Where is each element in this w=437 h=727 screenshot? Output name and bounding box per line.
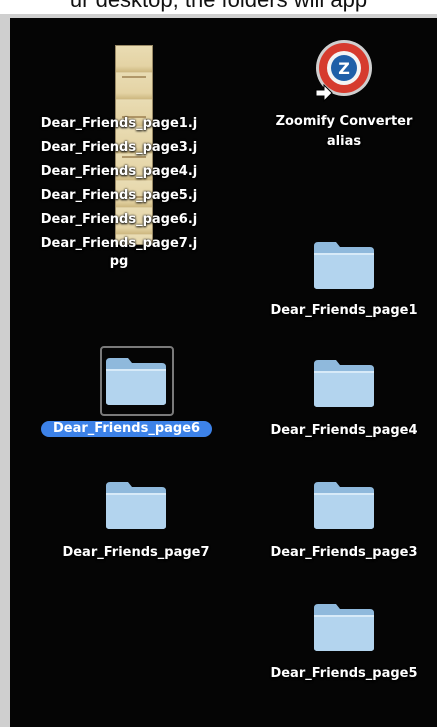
file-label-pg-wrap[interactable]: pg: [34, 254, 204, 270]
folder-icon[interactable]: [312, 600, 376, 652]
folder-icon[interactable]: [104, 478, 168, 530]
svg-text:Z: Z: [338, 59, 350, 78]
zoomify-alias-icon[interactable]: Z: [312, 38, 376, 102]
folder-label-page6[interactable]: Dear_Friends_page6: [41, 421, 213, 437]
folder-label-page7[interactable]: Dear_Friends_page7: [46, 545, 226, 561]
folder-label-page3[interactable]: Dear_Friends_page3: [254, 545, 434, 561]
file-label-page7-jpg[interactable]: Dear_Friends_page7.j: [34, 236, 204, 252]
folder-icon[interactable]: [312, 478, 376, 530]
folder-label-page4[interactable]: Dear_Friends_page4: [254, 423, 434, 439]
file-label-page1-jpg[interactable]: Dear_Friends_page1.j: [34, 116, 204, 132]
file-label-page3-jpg[interactable]: Dear_Friends_page3.j: [34, 140, 204, 156]
folder-icon[interactable]: [312, 356, 376, 408]
instruction-caption: ur desktop, the folders will app: [0, 0, 437, 14]
folder-label-page1[interactable]: Dear_Friends_page1: [254, 303, 434, 319]
desktop: Dear_Friends_page1.j Dear_Friends_page3.…: [10, 18, 437, 727]
folder-label-page5[interactable]: Dear_Friends_page5: [254, 666, 434, 682]
file-label-page4-jpg[interactable]: Dear_Friends_page4.j: [34, 164, 204, 180]
folder-icon[interactable]: [312, 238, 376, 290]
alias-label-line1[interactable]: Zoomify Converter: [254, 114, 434, 130]
file-label-page5-jpg[interactable]: Dear_Friends_page5.j: [34, 188, 204, 204]
alias-label-line2[interactable]: alias: [254, 134, 434, 150]
folder-icon[interactable]: [104, 354, 168, 406]
file-label-page6-jpg[interactable]: Dear_Friends_page6.j: [34, 212, 204, 228]
